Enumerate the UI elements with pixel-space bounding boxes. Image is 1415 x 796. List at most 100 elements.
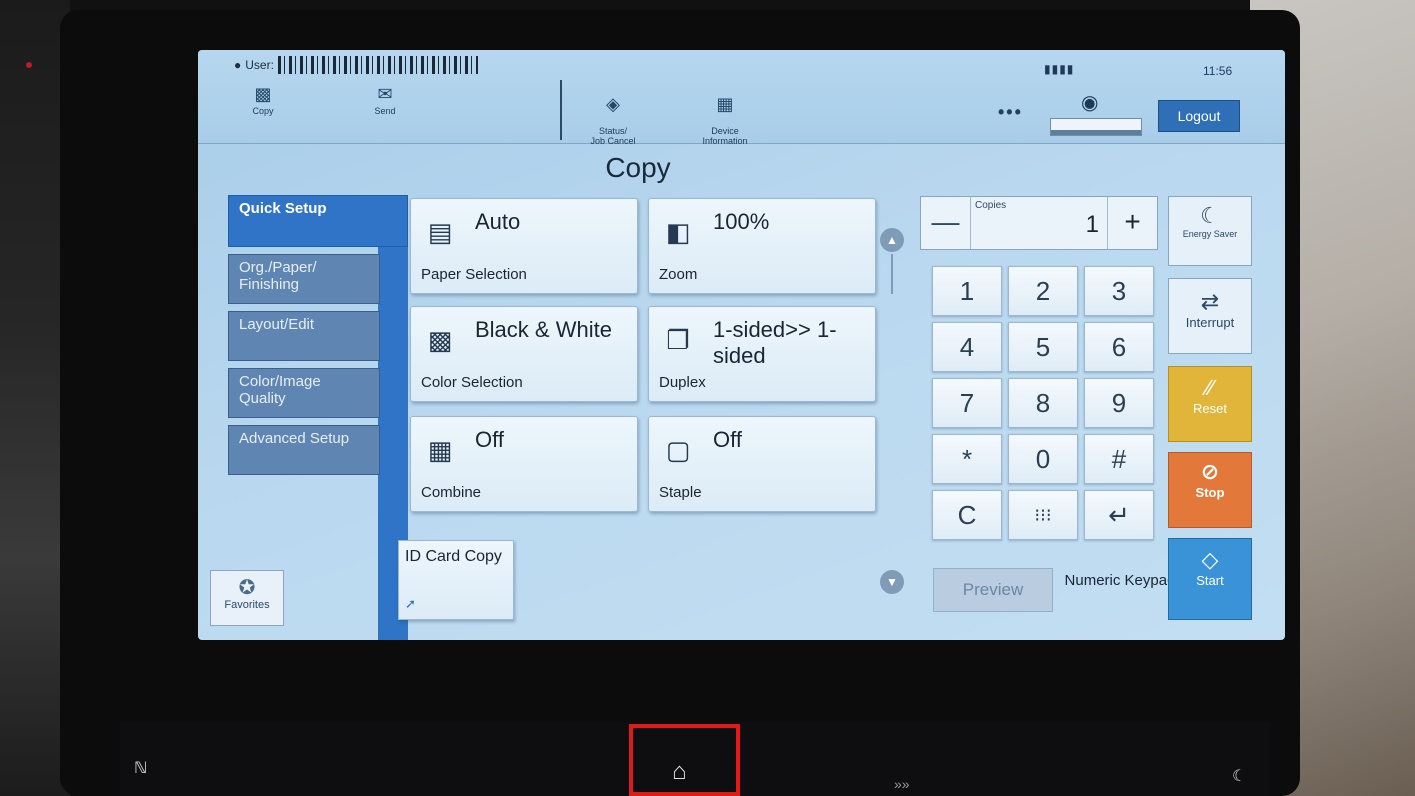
zoom-tile[interactable]: ◧ 100% Zoom xyxy=(648,198,876,294)
color-label: Color Selection xyxy=(421,374,523,391)
copy-button[interactable]: ▩ Copy xyxy=(238,84,288,116)
stop-button[interactable]: ⊘ Stop xyxy=(1168,452,1252,528)
staple-tile[interactable]: ▢ Off Staple xyxy=(648,416,876,512)
tab-advanced-setup[interactable]: Advanced Setup xyxy=(228,425,380,475)
duplex-icon: ❐ xyxy=(666,325,690,355)
copy-label: Copy xyxy=(252,106,274,116)
send-label: Send xyxy=(374,106,396,116)
device-bezel: ● User: ▩ Copy ✉ Send ◈ Status/ Job Canc… xyxy=(60,10,1300,796)
numeric-keypad-toggle[interactable]: Numeric Keypad xyxy=(1064,564,1176,616)
tab-layout-edit[interactable]: Layout/Edit xyxy=(228,311,380,361)
tab-color-image-quality[interactable]: Color/Image Quality xyxy=(228,368,380,418)
page-title: Copy xyxy=(605,152,671,183)
user-icon: ● xyxy=(234,58,242,72)
key-asterisk[interactable]: * xyxy=(932,434,1002,484)
scroll-track[interactable] xyxy=(891,254,893,294)
id-card-label: ID Card Copy xyxy=(405,548,502,565)
stop-label: Stop xyxy=(1195,485,1225,500)
energy-saver-button[interactable]: ☾ Energy Saver xyxy=(1168,196,1252,266)
nfc-icon: ℕ xyxy=(134,760,148,777)
status-bar xyxy=(1050,118,1142,136)
duplex-value: 1-sided>> 1-sided xyxy=(713,317,837,368)
key-clear[interactable]: C xyxy=(932,490,1002,540)
paper-selection-tile[interactable]: ▤ Auto Paper Selection xyxy=(410,198,638,294)
copies-stepper: — Copies 1 + xyxy=(920,196,1158,250)
start-icon: ◇ xyxy=(1201,547,1219,572)
moon-icon: ☾ xyxy=(1200,203,1220,228)
status-job-cancel-button[interactable]: ◈ Status/ Job Cancel xyxy=(578,84,648,146)
key-3[interactable]: 3 xyxy=(1084,266,1154,316)
more-menu-button[interactable]: ••• xyxy=(998,102,1023,123)
copy-icon: ▩ xyxy=(254,84,272,104)
key-4[interactable]: 4 xyxy=(932,322,1002,372)
paper-icon: ▤ xyxy=(427,217,453,247)
language-globe-icon[interactable]: ◉ xyxy=(1081,90,1098,115)
zoom-value: 100% xyxy=(713,209,770,234)
copies-decrement-button[interactable]: — xyxy=(921,197,971,249)
key-0[interactable]: 0 xyxy=(1008,434,1078,484)
combine-icon: ▦ xyxy=(427,435,453,465)
key-9[interactable]: 9 xyxy=(1084,378,1154,428)
staple-label: Staple xyxy=(659,484,702,501)
key-2[interactable]: 2 xyxy=(1008,266,1078,316)
key-5[interactable]: 5 xyxy=(1008,322,1078,372)
user-indicator: ● User: xyxy=(234,56,478,74)
reset-label: Reset xyxy=(1193,401,1227,416)
tab-quick-setup[interactable]: Quick Setup xyxy=(228,195,408,247)
status-label: Status/ Job Cancel xyxy=(590,126,636,146)
clock: 11:56 xyxy=(1203,64,1233,78)
favorites-star-icon: ✪ xyxy=(238,577,256,599)
shortcut-arrow-icon: ➚ xyxy=(405,596,416,611)
combine-value: Off xyxy=(475,427,504,452)
device-icon: ▦ xyxy=(716,94,734,114)
key-6[interactable]: 6 xyxy=(1084,322,1154,372)
preview-button[interactable]: Preview xyxy=(933,568,1053,612)
key-hash[interactable]: # xyxy=(1084,434,1154,484)
send-button[interactable]: ✉ Send xyxy=(360,84,410,116)
color-icon: ▩ xyxy=(427,325,453,355)
signal-icon: ▮▮▮▮ xyxy=(1044,62,1075,76)
key-enter[interactable]: ↵ xyxy=(1084,490,1154,540)
scroll-up-button[interactable]: ▲ xyxy=(880,228,904,252)
duplex-tile[interactable]: ❐ 1-sided>> 1-sided Duplex xyxy=(648,306,876,402)
reset-icon: ∕∕ xyxy=(1206,375,1214,400)
key-7[interactable]: 7 xyxy=(932,378,1002,428)
interrupt-button[interactable]: ⇄ Interrupt xyxy=(1168,278,1252,354)
key-8[interactable]: 8 xyxy=(1008,378,1078,428)
device-information-button[interactable]: ▦ Device Information xyxy=(685,84,765,146)
status-icon: ◈ xyxy=(606,94,620,114)
hardware-moon-icon[interactable]: ☾ xyxy=(1232,766,1246,786)
forward-arrows-icon: »» xyxy=(894,776,910,792)
staple-icon: ▢ xyxy=(665,435,691,465)
paper-label: Paper Selection xyxy=(421,266,527,283)
top-bar: ● User: ▩ Copy ✉ Send ◈ Status/ Job Canc… xyxy=(198,50,1285,146)
zoom-icon: ◧ xyxy=(665,217,691,247)
logout-button[interactable]: Logout xyxy=(1158,100,1240,132)
favorites-button[interactable]: ✪ Favorites xyxy=(210,570,284,626)
device-label: Device Information xyxy=(702,126,748,146)
color-value: Black & White xyxy=(475,317,612,342)
setting-tabs: Quick Setup Org./Paper/ Finishing Layout… xyxy=(228,195,408,482)
copies-value[interactable]: 1 xyxy=(1086,211,1099,239)
interrupt-icon: ⇄ xyxy=(1200,289,1220,314)
copies-increment-button[interactable]: + xyxy=(1107,197,1157,249)
topbar-divider xyxy=(560,80,562,140)
user-barcode xyxy=(277,56,478,74)
color-selection-tile[interactable]: ▩ Black & White Color Selection xyxy=(410,306,638,402)
copies-caption: Copies xyxy=(975,200,1007,211)
start-button[interactable]: ◇ Start xyxy=(1168,538,1252,620)
user-label: User: xyxy=(245,58,274,72)
duplex-label: Duplex xyxy=(659,374,706,391)
key-more-keypad[interactable]: ⁝⁝⁝ xyxy=(1008,490,1078,540)
favorites-label: Favorites xyxy=(224,599,270,611)
id-card-copy-button[interactable]: ID Card Copy ➚ xyxy=(398,540,514,620)
power-led xyxy=(26,62,32,68)
combine-tile[interactable]: ▦ Off Combine xyxy=(410,416,638,512)
tab-org-paper-finishing[interactable]: Org./Paper/ Finishing xyxy=(228,254,380,304)
reset-button[interactable]: ∕∕ Reset xyxy=(1168,366,1252,442)
energy-saver-label: Energy Saver xyxy=(1182,229,1238,239)
key-1[interactable]: 1 xyxy=(932,266,1002,316)
combine-label: Combine xyxy=(421,484,482,501)
scroll-down-button[interactable]: ▼ xyxy=(880,570,904,594)
home-icon[interactable]: ⌂ xyxy=(672,758,687,786)
